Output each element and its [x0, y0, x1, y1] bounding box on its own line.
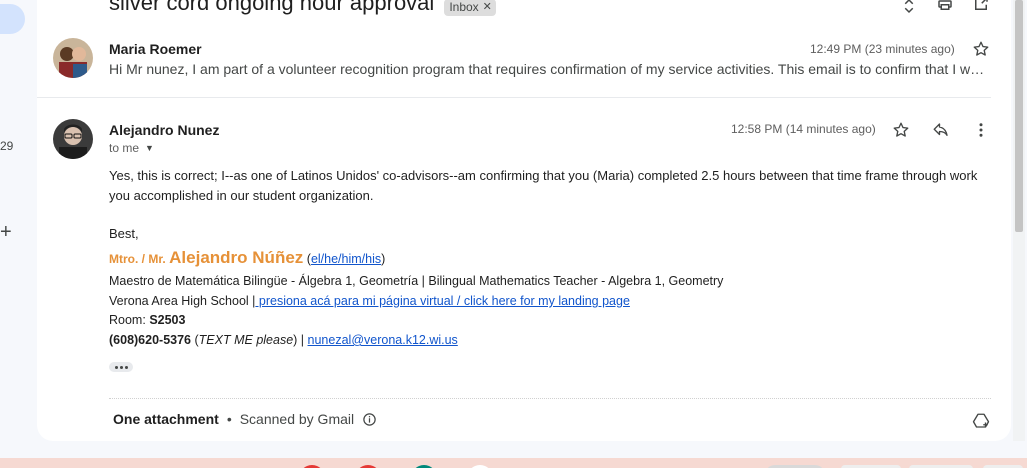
signature-contact-line: (608)620-5376 (TEXT ME please) | nunezal…: [109, 333, 458, 347]
message1-sender[interactable]: Maria Roemer: [109, 41, 202, 57]
info-icon[interactable]: [362, 412, 377, 427]
ellipsis-dot: [119, 365, 123, 369]
star-icon[interactable]: [891, 120, 911, 140]
recipients-dropdown[interactable]: to me ▼: [109, 141, 154, 155]
attachments-title: One attachment: [113, 411, 219, 427]
message2-closing: Best,: [109, 226, 139, 241]
message1-snippet: Hi Mr nunez, I am part of a volunteer re…: [109, 61, 991, 77]
message2-sender[interactable]: Alejandro Nunez: [109, 122, 219, 138]
signature-room-label: Room:: [109, 313, 146, 327]
add-to-drive-icon[interactable]: [971, 411, 991, 431]
print-icon[interactable]: [935, 0, 955, 14]
scanned-by-gmail-text: Scanned by Gmail: [239, 411, 355, 427]
attachments-divider: [109, 398, 991, 399]
nav-selected-pill[interactable]: [0, 4, 25, 34]
signature-room-line: Room: S2503: [109, 313, 185, 327]
signature-school-line: Verona Area High School | presiona acá p…: [109, 294, 630, 308]
thread-subject: silver cord ongoing hour approval: [109, 0, 435, 15]
signature-role: Maestro de Matemática Bilingüe - Álgebra…: [109, 274, 724, 288]
message2-time: 12:58 PM (14 minutes ago): [731, 122, 876, 136]
signature-title-prefix: Mtro. / Mr.: [109, 252, 166, 266]
reply-icon[interactable]: [931, 120, 951, 140]
more-options-icon[interactable]: [971, 120, 991, 140]
pronouns-link[interactable]: el/he/him/his: [311, 252, 381, 266]
ellipsis-dot: [124, 365, 128, 369]
signature-school: Verona Area High School |: [109, 294, 256, 308]
signature-phone: (608)620-5376: [109, 333, 192, 347]
signature-name-line: Mtro. / Mr. Alejandro Núñez (el/he/him/h…: [109, 248, 385, 268]
signature-email-link[interactable]: nunezal@verona.k12.wi.us: [308, 333, 458, 347]
signature-pronoun-close: ): [381, 252, 386, 266]
thread-subject-row: silver cord ongoing hour approval Inbox …: [109, 0, 496, 18]
attachments-header: One attachment • Scanned by Gmail: [113, 411, 377, 427]
signature-phone-note-close: ) |: [293, 333, 305, 347]
landing-page-link[interactable]: presiona acá para mi página virtual / cl…: [255, 294, 630, 308]
star-icon[interactable]: [971, 39, 991, 59]
label-chip-text: Inbox: [449, 0, 479, 14]
signature-phone-note: TEXT ME please: [198, 333, 294, 347]
attachments-separator: •: [226, 411, 232, 427]
signature-name: Alejandro Núñez: [169, 248, 304, 267]
ellipsis-dot: [114, 365, 118, 369]
chevron-down-icon[interactable]: ▼: [145, 143, 154, 153]
scrollbar-thumb[interactable]: [1015, 0, 1023, 232]
open-in-new-window-icon[interactable]: [971, 0, 991, 14]
gmail-thread-view: 29 + silver cord ongoing hour approval I…: [0, 0, 1027, 468]
add-label-icon[interactable]: +: [0, 222, 12, 242]
avatar-maria-roemer: [53, 38, 93, 78]
show-trimmed-content-button[interactable]: [109, 362, 133, 372]
message1-time: 12:49 PM (23 minutes ago): [810, 42, 955, 56]
remove-label-icon[interactable]: ✕: [483, 0, 492, 13]
inbox-label-chip[interactable]: Inbox ✕: [444, 0, 496, 16]
avatar-alejandro-nunez: [53, 119, 93, 159]
signature-room: S2503: [149, 313, 186, 327]
recipients-text: to me: [109, 141, 140, 155]
nav-unread-count: 29: [0, 139, 14, 153]
expand-all-icon[interactable]: [899, 0, 919, 16]
message2-body: Yes, this is correct; I--as one of Latin…: [109, 168, 978, 203]
